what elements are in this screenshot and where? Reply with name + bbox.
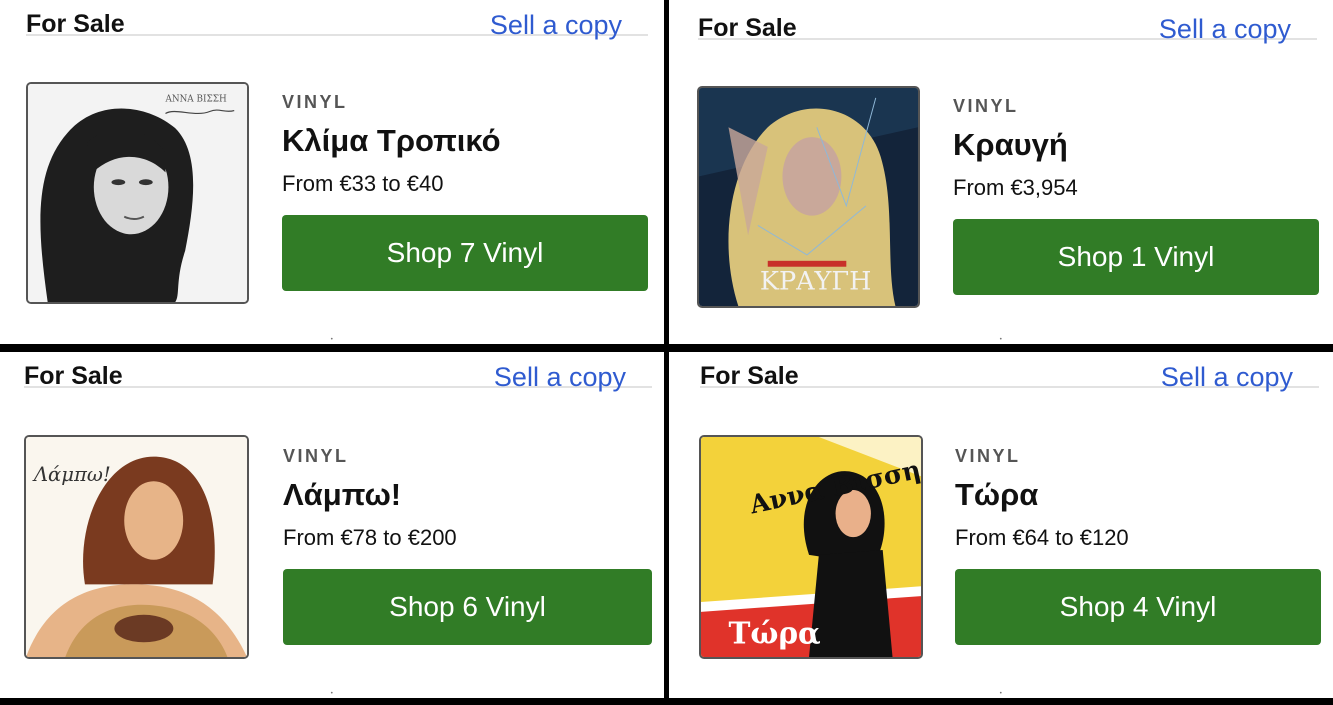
- for-sale-heading: For Sale: [26, 10, 125, 38]
- page-indicator-dot: •: [330, 336, 334, 343]
- sell-a-copy-link[interactable]: Sell a copy: [490, 10, 622, 41]
- sell-a-copy-link[interactable]: Sell a copy: [1159, 14, 1291, 45]
- listing-info: VINYL Τώρα From €64 to €120 Shop 4 Vinyl: [955, 446, 1321, 645]
- format-label: VINYL: [953, 96, 1019, 116]
- album-cover-art: Αννα Βισση Τώρα: [701, 437, 921, 657]
- listing-info: VINYL Λάμπω! From €78 to €200 Shop 6 Vin…: [283, 446, 652, 645]
- price-range: From €78 to €200: [283, 525, 457, 550]
- shop-vinyl-button[interactable]: Shop 4 Vinyl: [955, 569, 1321, 645]
- format-label: VINYL: [282, 92, 348, 112]
- shop-vinyl-button[interactable]: Shop 6 Vinyl: [283, 569, 652, 645]
- card-header: For Sale Sell a copy: [700, 352, 1319, 392]
- album-cover[interactable]: ΑΝΝΑ ΒΙΣΣΗ: [26, 82, 249, 304]
- shop-vinyl-button[interactable]: Shop 7 Vinyl: [282, 215, 648, 291]
- album-cover-art: ΑΝΝΑ ΒΙΣΣΗ: [28, 84, 247, 302]
- page-indicator-dot: •: [999, 336, 1003, 343]
- album-cover-art: ΚΡΑΥΓΗ: [699, 88, 918, 306]
- album-cover[interactable]: Λάμπω!: [24, 435, 249, 659]
- listing-info: VINYL Κλίμα Τροπικό From €33 to €40 Shop…: [282, 92, 648, 291]
- price-range: From €64 to €120: [955, 525, 1129, 550]
- listing-card: For Sale Sell a copy ΑΝΝΑ ΒΙΣΣΗ VINYL Κλ…: [0, 0, 664, 344]
- price-range: From €33 to €40: [282, 171, 444, 196]
- format-label: VINYL: [955, 446, 1021, 466]
- format-label: VINYL: [283, 446, 349, 466]
- album-title[interactable]: Τώρα: [955, 477, 1317, 513]
- page-indicator-dot: •: [999, 690, 1003, 697]
- sell-a-copy-link[interactable]: Sell a copy: [1161, 362, 1293, 393]
- album-title[interactable]: Κραυγή: [953, 127, 1317, 163]
- album-cover[interactable]: ΚΡΑΥΓΗ: [697, 86, 920, 308]
- cover-title-text: Λάμπω!: [32, 463, 111, 486]
- card-header: For Sale Sell a copy: [24, 352, 652, 392]
- cover-artist-text: ΑΝΝΑ ΒΙΣΣΗ: [164, 95, 226, 105]
- listing-card: For Sale Sell a copy ΚΡΑΥΓΗ VINYL Κραυγή…: [669, 0, 1333, 344]
- page-indicator-dot: •: [330, 690, 334, 697]
- card-header: For Sale Sell a copy: [698, 4, 1317, 44]
- listing-info: VINYL Κραυγή From €3,954 Shop 1 Vinyl: [953, 96, 1319, 295]
- cover-title-text: Τώρα: [729, 615, 821, 650]
- listing-card: For Sale Sell a copy Αννα Βισση Τώρα VIN…: [669, 352, 1333, 698]
- cover-title-text: ΚΡΑΥΓΗ: [760, 266, 871, 296]
- sell-a-copy-link[interactable]: Sell a copy: [494, 362, 626, 393]
- for-sale-heading: For Sale: [24, 362, 123, 390]
- album-title[interactable]: Κλίμα Τροπικό: [282, 123, 648, 159]
- album-title[interactable]: Λάμπω!: [283, 477, 648, 513]
- album-cover[interactable]: Αννα Βισση Τώρα: [699, 435, 923, 659]
- shop-vinyl-button[interactable]: Shop 1 Vinyl: [953, 219, 1319, 295]
- for-sale-heading: For Sale: [698, 14, 797, 42]
- card-header: For Sale Sell a copy: [26, 0, 648, 40]
- listing-card: For Sale Sell a copy Λάμπω! VINYL Λάμπω!…: [0, 352, 664, 698]
- album-cover-art: Λάμπω!: [26, 437, 247, 657]
- price-range: From €3,954: [953, 175, 1078, 200]
- for-sale-heading: For Sale: [700, 362, 799, 390]
